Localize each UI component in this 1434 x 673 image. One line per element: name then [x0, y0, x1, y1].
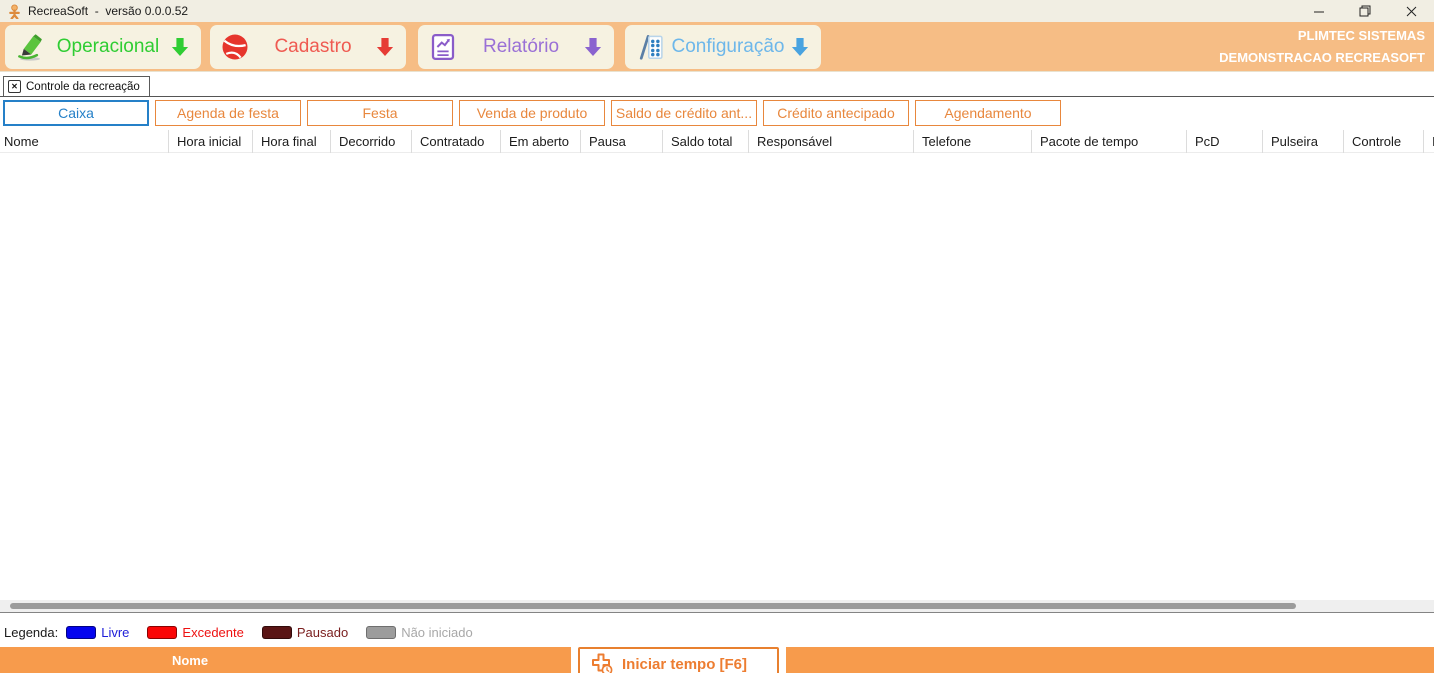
restore-button[interactable] [1342, 0, 1388, 22]
legend-item-pausado: Pausado [262, 625, 348, 640]
menu-configuracao[interactable]: Configuração [625, 25, 821, 69]
report-chart-icon [428, 32, 458, 62]
minimize-icon [1314, 6, 1325, 17]
menu-configuracao-label: Configuração [665, 36, 791, 58]
legend-item-nao-iniciado: Não iniciado [366, 625, 473, 640]
column-header-telefone[interactable]: Telefone [913, 130, 1031, 153]
domino-icon [635, 32, 665, 62]
column-header-em-aberto[interactable]: Em aberto [500, 130, 580, 153]
nav-button-row: Caixa Agenda de festa Festa Venda de pro… [3, 100, 1061, 126]
operacional-dropdown-arrow-icon [171, 37, 189, 57]
nav-button-festa[interactable]: Festa [307, 100, 453, 126]
close-icon [1406, 6, 1417, 17]
close-button[interactable] [1388, 0, 1434, 22]
status-legend: Legenda: Livre Excedente Pausado Não ini… [4, 620, 491, 644]
column-header-pcd[interactable]: PcD [1186, 130, 1262, 153]
nav-button-caixa[interactable]: Caixa [3, 100, 149, 126]
window-title: RecreaSoft - versão 0.0.0.52 [28, 4, 188, 18]
nav-button-agendamento[interactable]: Agendamento [915, 100, 1061, 126]
tab-close-icon[interactable]: ✕ [8, 80, 21, 93]
cadastro-dropdown-arrow-icon [376, 37, 394, 57]
legend-item-livre: Livre [66, 625, 129, 640]
legend-label-pausado: Pausado [297, 625, 348, 640]
column-header-contratado[interactable]: Contratado [411, 130, 500, 153]
app-gingerbread-icon [7, 4, 22, 19]
tab-strip: ✕ Controle da recreação [0, 72, 1434, 97]
column-header-decorrido[interactable]: Decorrido [330, 130, 411, 153]
iniciar-tempo-label: Iniciar tempo [F6] [622, 656, 747, 673]
tab-controle-da-recreacao[interactable]: ✕ Controle da recreação [3, 76, 150, 96]
column-header-controle[interactable]: Controle [1343, 130, 1423, 153]
restore-icon [1359, 5, 1371, 17]
tab-label: Controle da recreação [26, 81, 140, 93]
column-header-nome[interactable]: Nome [0, 130, 168, 153]
legend-label-livre: Livre [101, 625, 129, 640]
grid-header-row: Nome Hora inicial Hora final Decorrido C… [0, 130, 1434, 153]
company-name: PLIMTEC SISTEMAS [1219, 25, 1425, 47]
tennis-ball-icon [220, 32, 250, 62]
menu-relatorio[interactable]: Relatório [418, 25, 614, 69]
menu-cadastro-label: Cadastro [250, 36, 376, 58]
bottom-grid-header-right [786, 647, 1434, 673]
legend-label-excedente: Excedente [182, 625, 243, 640]
bottom-column-header-nome[interactable]: Nome [0, 647, 380, 673]
legend-swatch-livre [66, 626, 96, 639]
main-toolbar: Operacional Cadastro Relatório [0, 22, 1434, 72]
column-header-responsavel[interactable]: Responsável [748, 130, 913, 153]
column-header-pulseira[interactable]: Pulseira [1262, 130, 1343, 153]
bottom-grid-header-left: Nome [0, 647, 571, 673]
column-header-id[interactable]: Id [1423, 130, 1434, 153]
nav-button-saldo-de-credito[interactable]: Saldo de crédito ant... [611, 100, 757, 126]
relatorio-dropdown-arrow-icon [584, 37, 602, 57]
company-info: PLIMTEC SISTEMAS DEMONSTRACAO RECREASOFT [1219, 25, 1425, 69]
license-name: DEMONSTRACAO RECREASOFT [1219, 47, 1425, 69]
menu-operacional-label: Operacional [45, 36, 171, 58]
legend-swatch-pausado [262, 626, 292, 639]
highlighter-icon [15, 32, 45, 62]
legend-swatch-excedente [147, 626, 177, 639]
legend-label-nao-iniciado: Não iniciado [401, 625, 473, 640]
column-header-pausa[interactable]: Pausa [580, 130, 662, 153]
nav-button-agenda-de-festa[interactable]: Agenda de festa [155, 100, 301, 126]
column-header-hora-final[interactable]: Hora final [252, 130, 330, 153]
title-bar: RecreaSoft - versão 0.0.0.52 [0, 0, 1434, 22]
iniciar-tempo-button[interactable]: Iniciar tempo [F6] [578, 647, 779, 673]
menu-cadastro[interactable]: Cadastro [210, 25, 406, 69]
scrollbar-thumb[interactable] [10, 603, 1296, 609]
menu-operacional[interactable]: Operacional [5, 25, 201, 69]
nav-button-credito-antecipado[interactable]: Crédito antecipado [763, 100, 909, 126]
column-header-pacote-de-tempo[interactable]: Pacote de tempo [1031, 130, 1186, 153]
configuracao-dropdown-arrow-icon [791, 37, 809, 57]
horizontal-scrollbar[interactable] [0, 600, 1434, 613]
menu-relatorio-label: Relatório [458, 36, 584, 58]
legend-title: Legenda: [4, 625, 58, 640]
add-time-icon [590, 652, 614, 673]
minimize-button[interactable] [1296, 0, 1342, 22]
column-header-hora-inicial[interactable]: Hora inicial [168, 130, 252, 153]
legend-item-excedente: Excedente [147, 625, 243, 640]
nav-button-venda-de-produto[interactable]: Venda de produto [459, 100, 605, 126]
column-header-saldo-total[interactable]: Saldo total [662, 130, 748, 153]
legend-swatch-nao-iniciado [366, 626, 396, 639]
